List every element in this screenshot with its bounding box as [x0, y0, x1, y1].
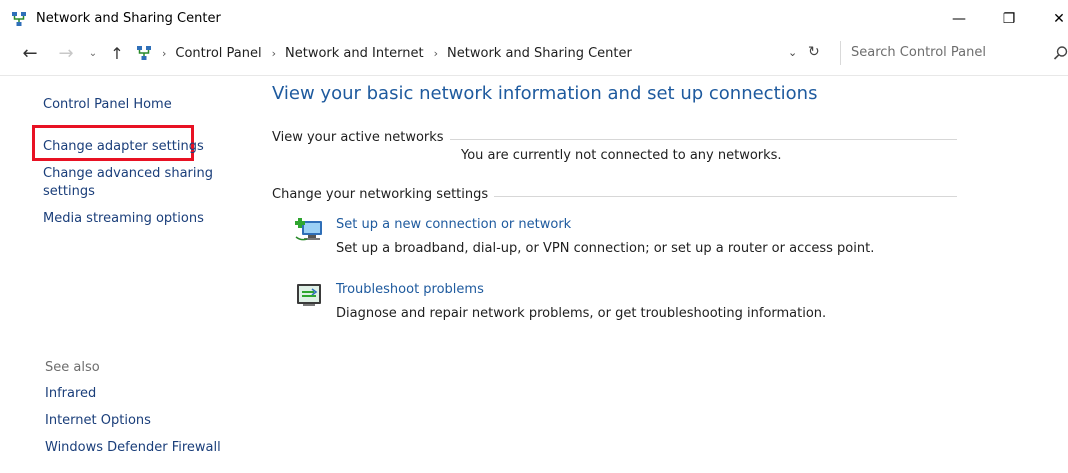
refresh-button[interactable]: ↻ [808, 44, 820, 60]
connection-status-text: You are currently not connected to any n… [461, 148, 782, 163]
network-setup-icon [295, 218, 322, 241]
up-button[interactable]: ↑ [106, 42, 128, 64]
search-icon[interactable] [1053, 45, 1068, 61]
forward-button[interactable]: → [54, 42, 78, 64]
infrared-link[interactable]: Infrared [45, 386, 96, 401]
breadcrumb-network-sharing-center[interactable]: Network and Sharing Center [447, 46, 632, 61]
media-streaming-options-link[interactable]: Media streaming options [43, 210, 204, 228]
section-divider [431, 139, 957, 140]
change-advanced-sharing-link[interactable]: Change advanced sharing settings [43, 165, 223, 201]
close-button[interactable]: ✕ [1036, 4, 1068, 34]
setup-connection-description: Set up a broadband, dial-up, or VPN conn… [336, 241, 875, 256]
troubleshoot-description: Diagnose and repair network problems, or… [336, 306, 827, 321]
page-title: View your basic network information and … [272, 83, 818, 104]
recent-locations-button[interactable]: ⌄ [86, 42, 100, 64]
chevron-right-icon: › [271, 46, 277, 60]
window-title: Network and Sharing Center [36, 11, 221, 26]
windows-defender-firewall-link[interactable]: Windows Defender Firewall [45, 440, 221, 455]
see-also-heading: See also [45, 360, 100, 375]
address-field[interactable]: › Control Panel › Network and Internet ›… [134, 41, 830, 65]
minimize-button[interactable]: — [936, 4, 982, 34]
main-content: View your basic network information and … [246, 76, 1068, 473]
address-bar: ← → ⌄ ↑ › Control Panel › Network and In… [0, 38, 1068, 68]
maximize-button[interactable]: ❐ [986, 4, 1032, 34]
arrow-right-icon: → [58, 42, 74, 64]
troubleshoot-task: Troubleshoot problems Diagnose and repai… [293, 280, 993, 326]
troubleshoot-icon [297, 284, 321, 306]
chevron-down-icon: ⌄ [88, 47, 98, 59]
arrow-up-icon: ↑ [110, 43, 124, 63]
chevron-right-icon: › [162, 46, 167, 60]
change-adapter-settings-link[interactable]: Change adapter settings [43, 138, 204, 156]
breadcrumb-network-and-internet[interactable]: Network and Internet [285, 46, 424, 61]
troubleshoot-link[interactable]: Troubleshoot problems [336, 282, 484, 297]
arrow-left-icon: ← [22, 42, 38, 64]
control-panel-home-link[interactable]: Control Panel Home [43, 96, 172, 114]
title-bar: Network and Sharing Center — ❐ ✕ [0, 0, 1068, 38]
chevron-right-icon: › [433, 46, 439, 60]
search-placeholder: Search Control Panel [851, 45, 986, 60]
setup-connection-task: Set up a new connection or network Set u… [293, 215, 993, 261]
internet-options-link[interactable]: Internet Options [45, 413, 151, 428]
network-icon [137, 46, 151, 60]
network-icon [12, 12, 26, 26]
sidebar: Control Panel Home Change adapter settin… [0, 76, 245, 473]
section-divider [479, 196, 957, 197]
search-input[interactable]: Search Control Panel [840, 41, 1068, 65]
active-networks-heading: View your active networks [272, 130, 450, 145]
address-dropdown-button[interactable]: ⌄ [788, 46, 797, 59]
networking-settings-heading: Change your networking settings [272, 187, 495, 202]
back-button[interactable]: ← [18, 42, 42, 64]
setup-connection-link[interactable]: Set up a new connection or network [336, 217, 571, 232]
breadcrumb-control-panel[interactable]: Control Panel [175, 46, 261, 61]
